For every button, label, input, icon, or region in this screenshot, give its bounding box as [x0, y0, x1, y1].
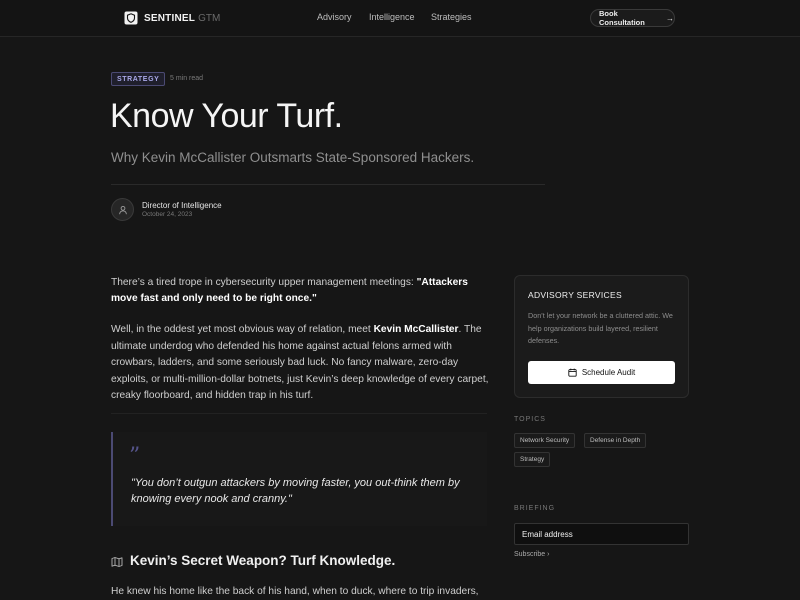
- chevron-right-icon: ›: [547, 551, 550, 558]
- divider: [111, 413, 487, 414]
- arrow-right-icon: →: [666, 13, 674, 23]
- book-consultation-label: Book Consultation: [599, 9, 645, 27]
- brand-name: SENTINEL: [144, 12, 196, 24]
- paragraph: There’s a tired trope in cybersecurity u…: [111, 275, 491, 307]
- topic-chip-network-security[interactable]: Network Security: [514, 433, 576, 448]
- article-subtitle: Why Kevin McCallister Outsmarts State-Sp…: [111, 150, 475, 165]
- avatar: [111, 198, 134, 221]
- map-icon: [111, 557, 123, 567]
- category-tag[interactable]: STRATEGY: [111, 72, 166, 86]
- nav-strategies[interactable]: Strategies: [431, 12, 472, 22]
- divider: [111, 184, 545, 185]
- card-title: ADVISORY SERVICES: [528, 290, 622, 300]
- paragraph: He knew his home like the back of his ha…: [111, 586, 479, 597]
- nav-intelligence[interactable]: Intelligence: [369, 12, 415, 22]
- section-heading: Kevin’s Secret Weapon? Turf Knowledge.: [130, 553, 396, 568]
- email-input[interactable]: [514, 523, 689, 545]
- brand-sub: GTM: [198, 12, 221, 24]
- paragraph: Well, in the oddest yet most obvious way…: [111, 322, 491, 405]
- topic-chip-strategy[interactable]: Strategy: [514, 452, 551, 467]
- logo[interactable]: SENTINEL GTM: [124, 11, 220, 25]
- author-role: Director of Intelligence: [142, 201, 222, 210]
- read-time: 5 min read: [170, 75, 204, 82]
- paragraph-text: Well, in the oddest yet most obvious way…: [111, 324, 374, 335]
- schedule-audit-button[interactable]: Schedule Audit: [528, 361, 675, 384]
- nav-advisory[interactable]: Advisory: [317, 12, 352, 22]
- paragraph-text: . The ultimate underdog who defended his…: [111, 324, 489, 401]
- subscribe-label: Subscribe: [514, 551, 546, 558]
- card-description: Don’t let your network be a cluttered at…: [528, 311, 673, 345]
- publish-date: October 24, 2023: [142, 211, 193, 218]
- briefing-label: BRIEFING: [514, 505, 556, 512]
- schedule-audit-label: Schedule Audit: [581, 368, 636, 377]
- site-header: SENTINEL GTM Advisory Intelligence Strat…: [0, 0, 800, 37]
- paragraph-text: There’s a tired trope in cybersecurity u…: [111, 277, 417, 288]
- user-icon: [118, 205, 127, 214]
- shield-icon: [124, 11, 138, 25]
- book-consultation-button[interactable]: Book Consultation →: [590, 9, 675, 27]
- article-title: Know Your Turf.: [110, 97, 343, 135]
- paragraph-emphasis: Kevin McCallister: [373, 324, 459, 335]
- topics-label: TOPICS: [514, 416, 546, 423]
- calendar-icon: [568, 368, 577, 377]
- subscribe-link[interactable]: Subscribe ›: [514, 551, 549, 558]
- topic-chip-defense-in-depth[interactable]: Defense in Depth: [584, 433, 647, 448]
- pull-quote-text: "You don’t outgun attackers by moving fa…: [131, 477, 460, 505]
- quote-icon: ”: [129, 444, 141, 469]
